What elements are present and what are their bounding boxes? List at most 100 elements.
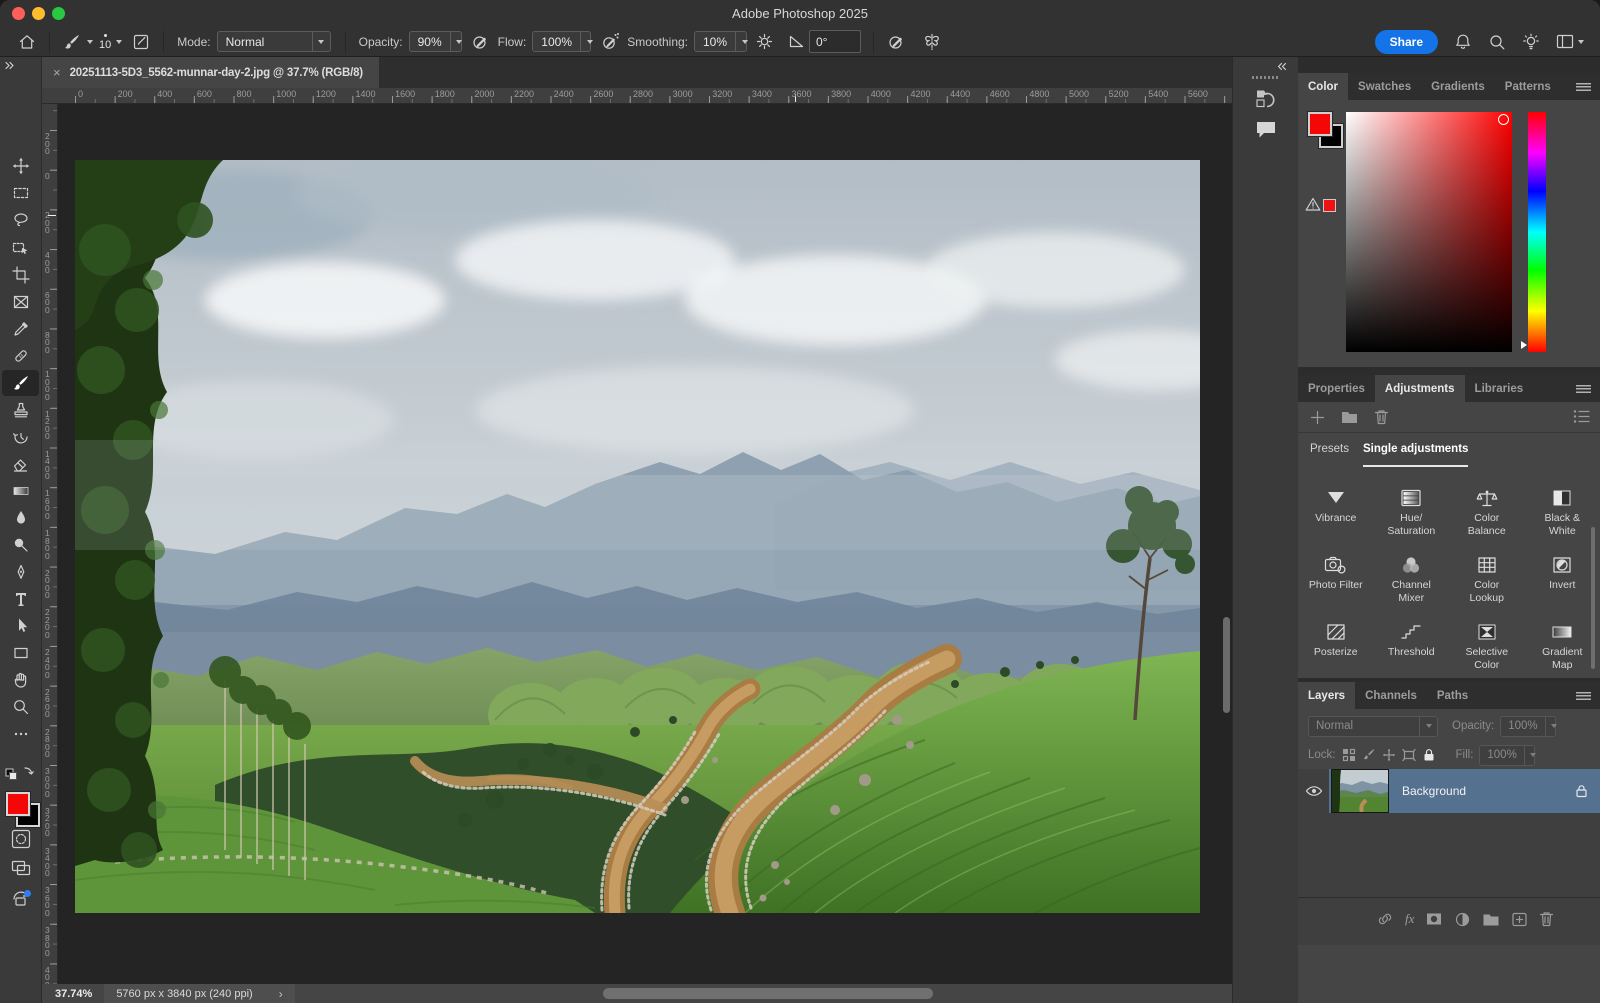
- lock-transparency-icon[interactable]: [1342, 748, 1356, 762]
- foreground-background-colors[interactable]: [0, 790, 42, 832]
- panel-menu-icon[interactable]: [1576, 692, 1591, 700]
- tool-path-selection[interactable]: [2, 613, 39, 639]
- workspace-switcher-icon[interactable]: [1556, 34, 1584, 50]
- foreground-color-swatch[interactable]: [1308, 112, 1332, 136]
- tool-pen[interactable]: [2, 559, 39, 585]
- lock-all-icon[interactable]: [1422, 748, 1436, 762]
- brush-tool-preset-icon[interactable]: [59, 29, 85, 55]
- adjustment-posterize[interactable]: Posterize: [1298, 613, 1374, 680]
- opacity-pressure-icon[interactable]: [468, 29, 494, 55]
- subtab-presets[interactable]: Presets: [1310, 443, 1349, 467]
- notifications-bell-icon[interactable]: [1454, 33, 1472, 51]
- adjustment-color-balance[interactable]: Color Balance: [1449, 479, 1525, 546]
- zoom-level[interactable]: 37.74%: [55, 988, 92, 1000]
- lock-artboard-icon[interactable]: [1402, 748, 1416, 762]
- tab-libraries[interactable]: Libraries: [1465, 375, 1534, 402]
- tool-eyedropper[interactable]: [2, 316, 39, 342]
- hue-slider[interactable]: [1528, 112, 1546, 352]
- adjustment-selective-color[interactable]: Selective Color: [1449, 613, 1525, 680]
- gear-icon[interactable]: [751, 29, 777, 55]
- photo-munnar-tea-hills[interactable]: [75, 160, 1200, 913]
- add-adjustment-icon[interactable]: [1310, 410, 1325, 425]
- color-saturation-field[interactable]: [1346, 112, 1512, 352]
- new-adjustment-layer-icon[interactable]: [1454, 911, 1471, 928]
- tab-swatches[interactable]: Swatches: [1348, 73, 1421, 100]
- screen-mode-icon[interactable]: [11, 857, 31, 877]
- tool-zoom[interactable]: [2, 694, 39, 720]
- adjustment-threshold[interactable]: Threshold: [1374, 613, 1450, 680]
- adjustment-channel-mixer[interactable]: Channel Mixer: [1374, 546, 1450, 613]
- layer-visibility-toggle[interactable]: [1298, 769, 1329, 813]
- opacity-dropdown[interactable]: 90%: [409, 31, 462, 52]
- canvas[interactable]: [58, 104, 1232, 984]
- tab-layers[interactable]: Layers: [1298, 682, 1355, 709]
- layer-selected-area[interactable]: Background: [1329, 769, 1600, 813]
- layer-lock-icon[interactable]: [1575, 784, 1588, 798]
- tool-crop[interactable]: [2, 262, 39, 288]
- brush-settings-panel-icon[interactable]: [128, 29, 154, 55]
- tool-gradient[interactable]: [2, 478, 39, 504]
- expand-toolbar-icon[interactable]: [4, 61, 16, 70]
- delete-layer-trash-icon[interactable]: [1539, 911, 1554, 927]
- paint-symmetry-icon[interactable]: [919, 29, 945, 55]
- adjustment-photo-filter[interactable]: Photo Filter: [1298, 546, 1374, 613]
- brush-size-chevron-icon[interactable]: [116, 40, 122, 44]
- layer-blend-mode-dropdown[interactable]: Normal: [1308, 716, 1438, 737]
- new-layer-icon[interactable]: [1511, 911, 1528, 928]
- tool-brush[interactable]: [2, 370, 39, 396]
- color-picker-indicator[interactable]: [1498, 114, 1509, 125]
- discover-lightbulb-icon[interactable]: [1522, 33, 1540, 51]
- tool-edit-toolbar[interactable]: [2, 721, 39, 747]
- size-pressure-icon[interactable]: [883, 29, 909, 55]
- tool-rectangle[interactable]: [2, 640, 39, 666]
- new-group-folder-icon[interactable]: [1482, 912, 1500, 927]
- tool-blur[interactable]: [2, 505, 39, 531]
- gamut-warning-icon[interactable]: [1305, 197, 1321, 211]
- adjustment-color-lookup[interactable]: Color Lookup: [1449, 546, 1525, 613]
- comments-panel-icon[interactable]: [1253, 116, 1279, 142]
- tool-rectangular-marquee[interactable]: [2, 180, 39, 206]
- flow-dropdown[interactable]: 100%: [532, 31, 591, 52]
- brush-preset-chevron-icon[interactable]: [87, 40, 93, 44]
- default-colors-icon[interactable]: [5, 763, 37, 781]
- collapse-panels-icon[interactable]: [1276, 62, 1288, 71]
- close-tab-icon[interactable]: ×: [53, 66, 61, 79]
- dock-grip[interactable]: [1252, 76, 1280, 79]
- tab-paths[interactable]: Paths: [1427, 682, 1478, 709]
- link-layers-icon[interactable]: [1376, 910, 1394, 928]
- tool-hand[interactable]: [2, 667, 39, 693]
- horizontal-scrollbar[interactable]: [603, 988, 933, 999]
- vertical-scrollbar[interactable]: [1223, 617, 1230, 713]
- adjustment-vibrance[interactable]: Vibrance: [1298, 479, 1374, 546]
- tab-patterns[interactable]: Patterns: [1495, 73, 1561, 100]
- history-panel-icon[interactable]: [1253, 86, 1279, 112]
- subtab-single-adjustments[interactable]: Single adjustments: [1363, 443, 1468, 467]
- airbrush-icon[interactable]: [597, 29, 623, 55]
- adjustment-gradient-map[interactable]: Gradient Map: [1525, 613, 1600, 680]
- layer-row-background[interactable]: Background: [1298, 769, 1600, 813]
- tool-frame[interactable]: [2, 289, 39, 315]
- tool-type[interactable]: [2, 586, 39, 612]
- foreground-color-swatch[interactable]: [6, 792, 30, 816]
- adjustments-scrollbar[interactable]: [1591, 527, 1595, 669]
- tool-clone-stamp[interactable]: [2, 397, 39, 423]
- tab-properties[interactable]: Properties: [1298, 375, 1375, 402]
- layer-opacity-dropdown[interactable]: 100%: [1500, 716, 1556, 737]
- lock-position-icon[interactable]: [1382, 748, 1396, 762]
- blend-mode-dropdown[interactable]: Normal: [217, 31, 331, 52]
- gamut-color-swatch[interactable]: [1323, 199, 1336, 212]
- add-layer-mask-icon[interactable]: [1425, 911, 1443, 927]
- document-info[interactable]: 5760 px x 3840 px (240 ppi) ›: [104, 984, 294, 1003]
- tool-move[interactable]: [2, 153, 39, 179]
- rotate-view-sync-icon[interactable]: [9, 886, 33, 910]
- search-icon[interactable]: [1488, 33, 1506, 51]
- document-tab[interactable]: × 20251113-5D3_5562-munnar-day-2.jpg @ 3…: [42, 57, 379, 88]
- brush-angle-field[interactable]: 0°: [809, 30, 861, 53]
- adjustment-hue-saturation[interactable]: Hue/ Saturation: [1374, 479, 1450, 546]
- tab-channels[interactable]: Channels: [1355, 682, 1427, 709]
- list-view-icon[interactable]: [1573, 409, 1590, 424]
- status-chevron-icon[interactable]: ›: [279, 987, 283, 1001]
- tool-spot-healing-brush[interactable]: [2, 343, 39, 369]
- new-group-folder-icon[interactable]: [1341, 410, 1358, 424]
- smoothing-dropdown[interactable]: 10%: [694, 31, 747, 52]
